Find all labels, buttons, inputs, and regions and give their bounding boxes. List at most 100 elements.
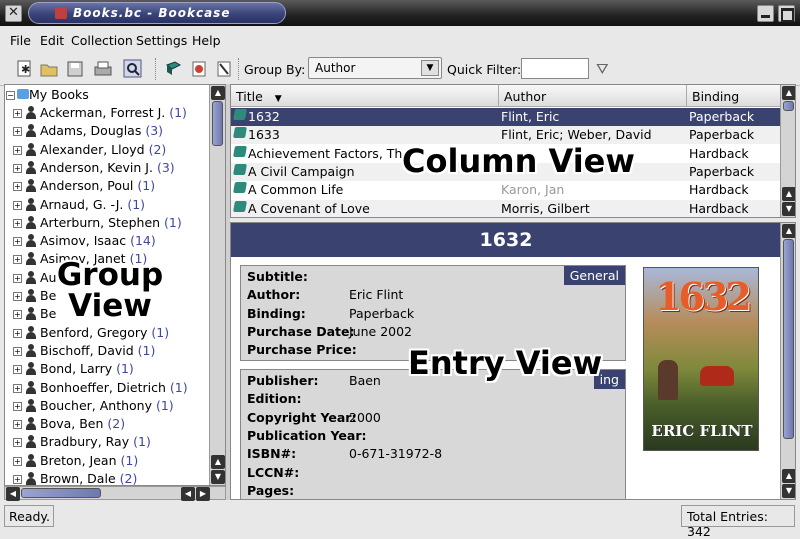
expand-toggle[interactable]: + bbox=[13, 273, 22, 283]
hscroll-thumb[interactable] bbox=[21, 488, 101, 498]
expand-toggle[interactable]: + bbox=[13, 109, 22, 118]
expand-toggle[interactable]: + bbox=[13, 218, 22, 228]
close-button[interactable]: ✕ bbox=[5, 5, 22, 22]
cell-author: Morris, Gilbert bbox=[501, 200, 590, 216]
scroll-left-button[interactable]: ◀ bbox=[6, 487, 20, 501]
table-row[interactable]: 1632 Flint, Eric Paperback bbox=[231, 108, 781, 126]
scroll-up-button[interactable]: ▲ bbox=[211, 455, 225, 469]
print-icon[interactable] bbox=[92, 58, 114, 80]
menu-settings[interactable]: Settings bbox=[136, 33, 187, 48]
scroll-down-button[interactable]: ▼ bbox=[782, 202, 795, 216]
scroll-up-button[interactable]: ▲ bbox=[211, 86, 225, 100]
tree-item[interactable]: + Bond, Larry (1) bbox=[5, 360, 210, 378]
tree-item-label: Anderson, Poul (1) bbox=[40, 178, 156, 194]
tree-item[interactable]: + Anderson, Kevin J. (3) bbox=[5, 159, 210, 177]
delete-entry-icon[interactable] bbox=[213, 58, 235, 80]
save-icon[interactable] bbox=[64, 58, 86, 80]
expand-toggle[interactable]: + bbox=[13, 310, 22, 320]
expand-toggle[interactable]: + bbox=[13, 456, 22, 466]
scroll-thumb[interactable] bbox=[212, 101, 223, 146]
chevron-down-icon[interactable]: ▼ bbox=[421, 60, 439, 76]
tree-item[interactable]: + Bradbury, Ray (1) bbox=[5, 433, 210, 451]
book-icon bbox=[233, 127, 247, 139]
group-view-hscrollbar[interactable]: ◀ ◀ ▶ bbox=[4, 486, 226, 501]
scroll-thumb[interactable] bbox=[783, 101, 794, 111]
scroll-up-button[interactable]: ▲ bbox=[782, 187, 795, 201]
expand-toggle[interactable]: + bbox=[13, 255, 22, 265]
expand-toggle[interactable]: + bbox=[13, 145, 22, 155]
scroll-left-button[interactable]: ◀ bbox=[181, 487, 195, 501]
entry-title: 1632 bbox=[231, 223, 781, 257]
tree-item[interactable]: + Alexander, Lloyd (2) bbox=[5, 141, 210, 159]
minimize-button[interactable] bbox=[757, 5, 774, 22]
tree-item[interactable]: + Asimov, Isaac (14) bbox=[5, 232, 210, 250]
expand-toggle[interactable]: + bbox=[13, 292, 22, 301]
tree-item[interactable]: + Benford, Gregory (1) bbox=[5, 324, 210, 342]
expand-toggle[interactable]: + bbox=[13, 420, 22, 430]
expand-toggle[interactable]: + bbox=[13, 237, 22, 247]
tree-item[interactable]: + Ackerman, Forrest J. (1) bbox=[5, 104, 210, 122]
tree-item[interactable]: + Arterburn, Stephen (1) bbox=[5, 214, 210, 232]
tree-item[interactable]: + Arnaud, G. -J. (1) bbox=[5, 196, 210, 214]
entry-field: Publication Year: bbox=[247, 428, 367, 443]
menu-help[interactable]: Help bbox=[192, 33, 221, 48]
collapse-toggle[interactable]: − bbox=[6, 91, 15, 100]
group-view-scrollbar[interactable]: ▲ ▲ ▼ bbox=[209, 85, 225, 485]
tree-root[interactable]: − My Books bbox=[5, 86, 210, 104]
tree-item[interactable]: + Bonhoeffer, Dietrich (1) bbox=[5, 379, 210, 397]
tree-item[interactable]: + Bischoff, David (1) bbox=[5, 342, 210, 360]
tree-item[interactable]: + Adams, Douglas (3) bbox=[5, 122, 210, 140]
scroll-up-button[interactable]: ▲ bbox=[782, 224, 795, 238]
expand-toggle[interactable]: + bbox=[13, 163, 22, 173]
toolbar-separator bbox=[155, 58, 157, 80]
entry-view-scrollbar[interactable]: ▲ ▲ ▼ bbox=[780, 223, 795, 499]
column-view-scrollbar[interactable]: ▲ ▲ ▼ bbox=[780, 85, 795, 217]
group-by-select[interactable]: Author ▼ bbox=[308, 57, 442, 79]
expand-toggle[interactable]: + bbox=[13, 346, 22, 356]
expand-toggle[interactable]: + bbox=[13, 438, 22, 448]
person-icon bbox=[25, 142, 37, 156]
search-icon[interactable] bbox=[122, 58, 144, 80]
tree-item[interactable]: + Brown, Dale (2) bbox=[5, 470, 210, 485]
column-header-binding[interactable]: Binding bbox=[687, 85, 782, 107]
expand-toggle[interactable]: + bbox=[13, 365, 22, 375]
expand-toggle[interactable]: + bbox=[13, 200, 22, 210]
entry-field: Subtitle: bbox=[247, 269, 349, 284]
column-header-title[interactable]: Title ▼ bbox=[231, 85, 499, 107]
scroll-down-button[interactable]: ▼ bbox=[782, 484, 795, 498]
table-row[interactable]: A Common Life Karon, Jan Hardback bbox=[231, 181, 781, 199]
scroll-right-button[interactable]: ▶ bbox=[196, 487, 210, 501]
new-document-icon[interactable]: ✱ bbox=[14, 58, 36, 80]
scroll-thumb[interactable] bbox=[783, 239, 794, 439]
expand-toggle[interactable]: + bbox=[13, 127, 22, 137]
field-label: Purchase Price: bbox=[247, 342, 357, 358]
tree-item-label: Bova, Ben (2) bbox=[40, 416, 126, 432]
open-folder-icon[interactable] bbox=[38, 58, 60, 80]
scroll-up-button[interactable]: ▲ bbox=[782, 469, 795, 483]
menu-edit[interactable]: Edit bbox=[40, 33, 64, 48]
column-header-author[interactable]: Author bbox=[499, 85, 687, 107]
menu-file[interactable]: File bbox=[10, 33, 31, 48]
tree-item[interactable]: + Breton, Jean (1) bbox=[5, 452, 210, 470]
table-row[interactable]: A Covenant of Love Morris, Gilbert Hardbac… bbox=[231, 199, 781, 217]
cell-binding: Paperback bbox=[689, 127, 755, 143]
expand-toggle[interactable]: + bbox=[13, 383, 22, 393]
expand-toggle[interactable]: + bbox=[13, 401, 22, 411]
quick-filter-input[interactable] bbox=[521, 58, 589, 79]
expand-toggle[interactable]: + bbox=[13, 328, 22, 338]
expand-toggle[interactable]: + bbox=[13, 182, 22, 192]
menu-collection[interactable]: Collection bbox=[71, 33, 133, 48]
scroll-down-button[interactable]: ▼ bbox=[211, 470, 225, 484]
maximize-button[interactable] bbox=[778, 5, 795, 22]
tree-item[interactable]: + Anderson, Poul (1) bbox=[5, 177, 210, 195]
book-icon[interactable] bbox=[162, 58, 184, 80]
expand-toggle[interactable]: + bbox=[13, 475, 22, 484]
tree-item[interactable]: + Boucher, Anthony (1) bbox=[5, 397, 210, 415]
filter-icon[interactable]: ⛛ bbox=[596, 60, 609, 78]
tree-item[interactable]: + Bova, Ben (2) bbox=[5, 415, 210, 433]
edit-entry-icon[interactable] bbox=[188, 58, 210, 80]
window-title-pill[interactable]: Books.bc - Bookcase bbox=[28, 2, 286, 24]
scroll-up-button[interactable]: ▲ bbox=[782, 86, 795, 100]
field-label: Publisher: bbox=[247, 373, 319, 388]
person-icon bbox=[25, 179, 37, 193]
